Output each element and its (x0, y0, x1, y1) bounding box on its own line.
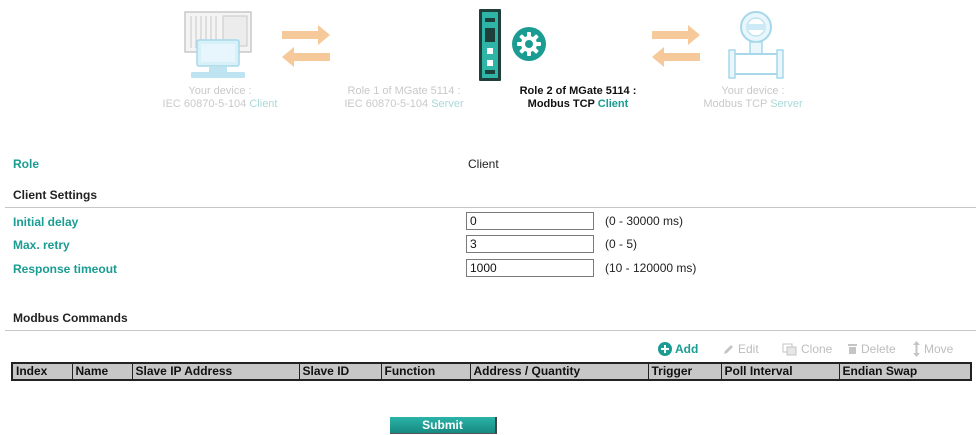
plus-circle-icon (658, 342, 672, 356)
topology-diagram: Your device : IEC 60870-5-104 Client Rol… (0, 0, 976, 118)
column-header[interactable]: Endian Swap (838, 362, 972, 381)
section-divider (5, 207, 976, 208)
edit-button[interactable]: Edit (723, 341, 759, 357)
vertical-arrows-icon (913, 341, 920, 357)
column-header[interactable]: Slave ID (298, 362, 382, 381)
modbus-commands-title: Modbus Commands (13, 311, 128, 325)
section-divider (5, 330, 976, 331)
column-header[interactable]: Trigger (647, 362, 722, 381)
submit-button[interactable]: Submit (390, 417, 497, 434)
pencil-icon (724, 345, 733, 354)
exchange-arrows-icon (652, 25, 700, 67)
column-header[interactable]: Function (380, 362, 471, 381)
modbus-commands-table: Index Name Slave IP Address Slave ID Fun… (11, 362, 972, 381)
client-settings-title: Client Settings (13, 188, 98, 202)
gear-icon (512, 27, 546, 61)
left-device-label: Your device : IEC 60870-5-104 Client (162, 85, 278, 110)
scada-computer-icon (184, 11, 252, 78)
column-header[interactable]: Name (71, 362, 133, 381)
delete-button[interactable]: Delete (847, 341, 896, 357)
right-device-label: Your device : Modbus TCP Server (703, 85, 803, 110)
mgate-device-icon (479, 9, 501, 81)
clone-icon (782, 343, 797, 355)
response-timeout-label: Response timeout (13, 262, 118, 276)
column-header[interactable]: Address / Quantity (469, 362, 649, 381)
max-retry-hint: (0 - 5) (605, 237, 638, 251)
role-label: Role (13, 157, 40, 171)
exchange-arrows-icon (282, 25, 330, 67)
column-header[interactable]: Poll Interval (720, 362, 840, 381)
move-button[interactable]: Move (912, 341, 953, 357)
add-button[interactable]: Add (658, 341, 698, 357)
initial-delay-label: Initial delay (13, 215, 79, 229)
initial-delay-input[interactable] (466, 212, 594, 230)
column-header[interactable]: Index (11, 362, 73, 381)
role1-label: Role 1 of MGate 5114 : IEC 60870-5-104 S… (344, 85, 464, 110)
role2-label: Role 2 of MGate 5114 : Modbus TCP Client (519, 85, 637, 110)
max-retry-label: Max. retry (13, 238, 70, 252)
initial-delay-hint: (0 - 30000 ms) (605, 214, 684, 228)
role-value: Client (468, 157, 499, 171)
table-header-row: Index Name Slave IP Address Slave ID Fun… (11, 362, 972, 381)
max-retry-input[interactable] (466, 235, 594, 253)
flow-meter-icon (728, 11, 784, 79)
response-timeout-hint: (10 - 120000 ms) (605, 261, 697, 275)
trash-icon (848, 344, 857, 354)
column-header[interactable]: Slave IP Address (131, 362, 300, 381)
clone-button[interactable]: Clone (782, 341, 832, 357)
response-timeout-input[interactable] (466, 259, 594, 277)
